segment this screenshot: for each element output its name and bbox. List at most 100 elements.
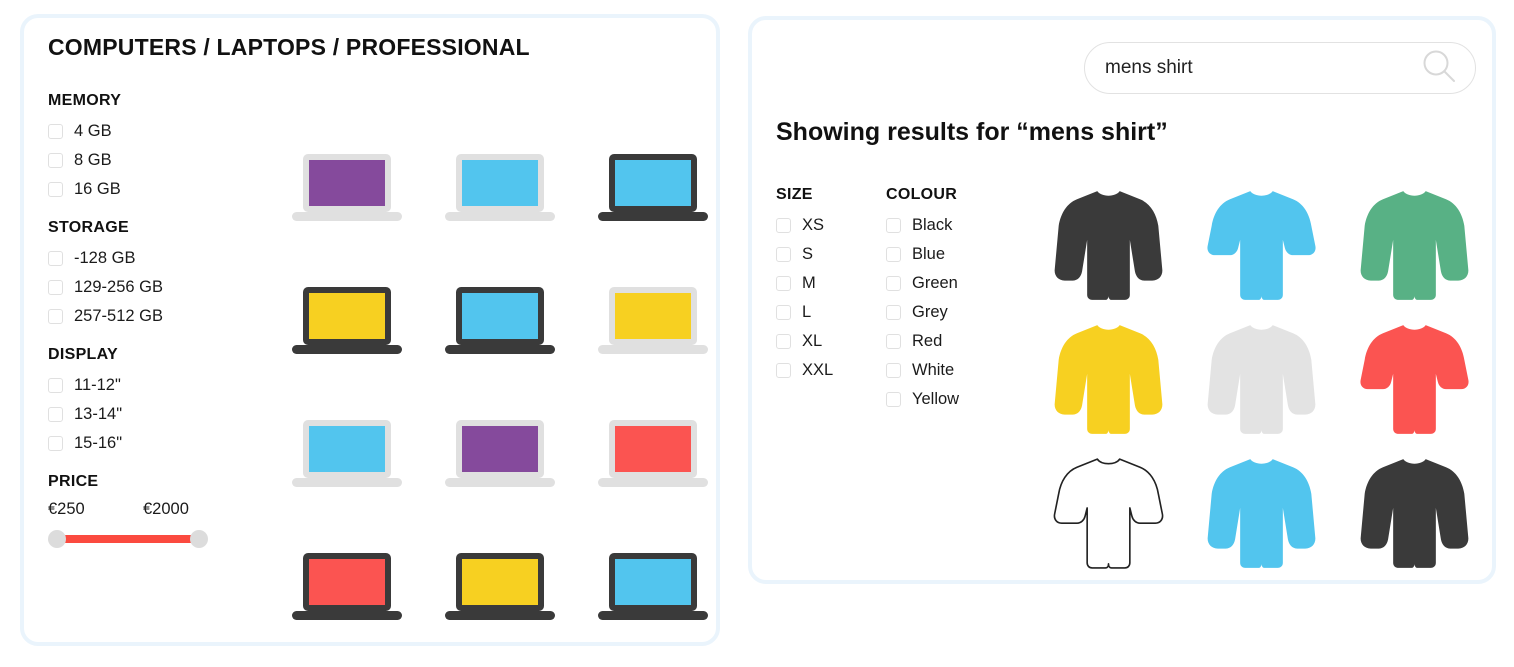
checkbox-icon[interactable]	[776, 217, 791, 233]
filter-option[interactable]: White	[886, 358, 1026, 382]
filter-option-label: 13-14"	[74, 404, 123, 423]
laptop-red-dark-icon	[291, 551, 402, 632]
laptop-group-title: DISPLAY	[48, 346, 118, 363]
filter-option[interactable]: Yellow	[886, 387, 1026, 411]
shirt-blue-long-icon	[1205, 451, 1318, 580]
laptop-product-tile[interactable]	[423, 126, 576, 259]
checkbox-icon[interactable]	[886, 275, 901, 291]
shirt-product-tile[interactable]	[1338, 448, 1491, 582]
filter-option[interactable]: Red	[886, 329, 1026, 353]
laptop-blue-light-icon	[444, 152, 555, 233]
filter-option[interactable]: XL	[776, 329, 886, 353]
laptop-product-tile[interactable]	[576, 259, 729, 392]
checkbox-icon[interactable]	[48, 406, 63, 422]
laptop-blue-light-2-icon	[291, 418, 402, 499]
price-max-label: €2000	[143, 500, 189, 518]
filter-option[interactable]: Blue	[886, 242, 1026, 266]
shirt-product-tile[interactable]	[1338, 180, 1491, 314]
checkbox-icon[interactable]	[776, 333, 791, 349]
filter-option[interactable]: XXL	[776, 358, 886, 382]
filter-option[interactable]: 4 GB	[48, 119, 258, 143]
filter-option[interactable]: 129-256 GB	[48, 275, 258, 299]
filter-option[interactable]: 13-14"	[48, 402, 258, 426]
checkbox-icon[interactable]	[776, 246, 791, 262]
filter-option-label: Green	[912, 273, 958, 292]
filter-option[interactable]: 8 GB	[48, 148, 258, 172]
shirt-product-tile[interactable]	[1185, 314, 1338, 448]
shirt-product-tile[interactable]	[1185, 448, 1338, 582]
shirt-grey-long-icon	[1205, 317, 1318, 446]
shirt-product-tile[interactable]	[1032, 448, 1185, 582]
filter-option[interactable]: 16 GB	[48, 177, 258, 201]
price-slider-max-handle[interactable]	[190, 530, 208, 548]
laptop-product-tile[interactable]	[423, 525, 576, 658]
filter-option[interactable]: -128 GB	[48, 246, 258, 270]
shirt-product-tile[interactable]	[1338, 314, 1491, 448]
laptop-product-grid	[270, 126, 729, 658]
shirt-product-tile[interactable]	[1032, 180, 1185, 314]
laptop-product-tile[interactable]	[423, 392, 576, 525]
laptop-filter-group: DISPLAY 11-12" 13-14" 15-16"	[48, 346, 258, 455]
filter-option[interactable]: 11-12"	[48, 373, 258, 397]
filter-option[interactable]: XS	[776, 213, 886, 237]
shirt-group-title: COLOUR	[886, 186, 958, 203]
laptop-product-tile[interactable]	[576, 525, 729, 658]
checkbox-icon[interactable]	[48, 123, 63, 139]
checkbox-icon[interactable]	[776, 304, 791, 320]
checkbox-icon[interactable]	[886, 304, 901, 320]
checkbox-icon[interactable]	[776, 362, 791, 378]
laptop-blue-dark-2-icon	[444, 285, 555, 366]
search-input[interactable]: mens shirt	[1105, 57, 1419, 79]
laptop-group-title: MEMORY	[48, 92, 122, 109]
checkbox-icon[interactable]	[48, 152, 63, 168]
checkbox-icon[interactable]	[48, 279, 63, 295]
search-bar[interactable]: mens shirt	[1084, 42, 1476, 94]
laptop-product-tile[interactable]	[423, 259, 576, 392]
filter-option[interactable]: Green	[886, 271, 1026, 295]
filter-option[interactable]: S	[776, 242, 886, 266]
filter-option-label: XL	[802, 331, 823, 350]
price-group-title: PRICE	[48, 473, 99, 490]
filter-option-label: XS	[802, 215, 825, 234]
laptop-blue-dark-3-icon	[597, 551, 708, 632]
checkbox-icon[interactable]	[886, 246, 901, 262]
laptop-yellow-dark-icon	[291, 285, 402, 366]
shirt-product-tile[interactable]	[1032, 314, 1185, 448]
checkbox-icon[interactable]	[776, 275, 791, 291]
laptop-red-light-icon	[597, 418, 708, 499]
checkbox-icon[interactable]	[48, 377, 63, 393]
filter-option-label: Red	[912, 331, 943, 350]
filter-option-label: XXL	[802, 360, 834, 379]
checkbox-icon[interactable]	[48, 181, 63, 197]
laptop-product-tile[interactable]	[576, 126, 729, 259]
filter-option[interactable]: 15-16"	[48, 431, 258, 455]
checkbox-icon[interactable]	[48, 435, 63, 451]
price-slider-min-handle[interactable]	[48, 530, 66, 548]
laptop-group-title: STORAGE	[48, 219, 129, 236]
price-range-slider[interactable]	[48, 528, 208, 550]
shirt-product-grid	[1032, 180, 1491, 582]
shirt-filter-group: SIZE XS S M L XL XXL	[776, 186, 886, 382]
checkbox-icon[interactable]	[886, 333, 901, 349]
laptop-filter-group: MEMORY 4 GB 8 GB 16 GB	[48, 92, 258, 201]
checkbox-icon[interactable]	[886, 362, 901, 378]
laptop-product-tile[interactable]	[270, 392, 423, 525]
laptop-product-tile[interactable]	[270, 126, 423, 259]
filter-option[interactable]: 257-512 GB	[48, 304, 258, 328]
filter-option[interactable]: Grey	[886, 300, 1026, 324]
filter-option-label: 11-12"	[74, 375, 121, 394]
laptop-product-tile[interactable]	[576, 392, 729, 525]
checkbox-icon[interactable]	[886, 391, 901, 407]
price-slider-track[interactable]	[62, 535, 194, 543]
checkbox-icon[interactable]	[48, 308, 63, 324]
shirt-product-tile[interactable]	[1185, 180, 1338, 314]
filter-option[interactable]: M	[776, 271, 886, 295]
search-icon[interactable]	[1419, 46, 1459, 91]
shirt-blue-short-icon	[1205, 183, 1318, 312]
filter-option[interactable]: Black	[886, 213, 1026, 237]
checkbox-icon[interactable]	[886, 217, 901, 233]
filter-option[interactable]: L	[776, 300, 886, 324]
laptop-product-tile[interactable]	[270, 259, 423, 392]
laptop-product-tile[interactable]	[270, 525, 423, 658]
checkbox-icon[interactable]	[48, 250, 63, 266]
